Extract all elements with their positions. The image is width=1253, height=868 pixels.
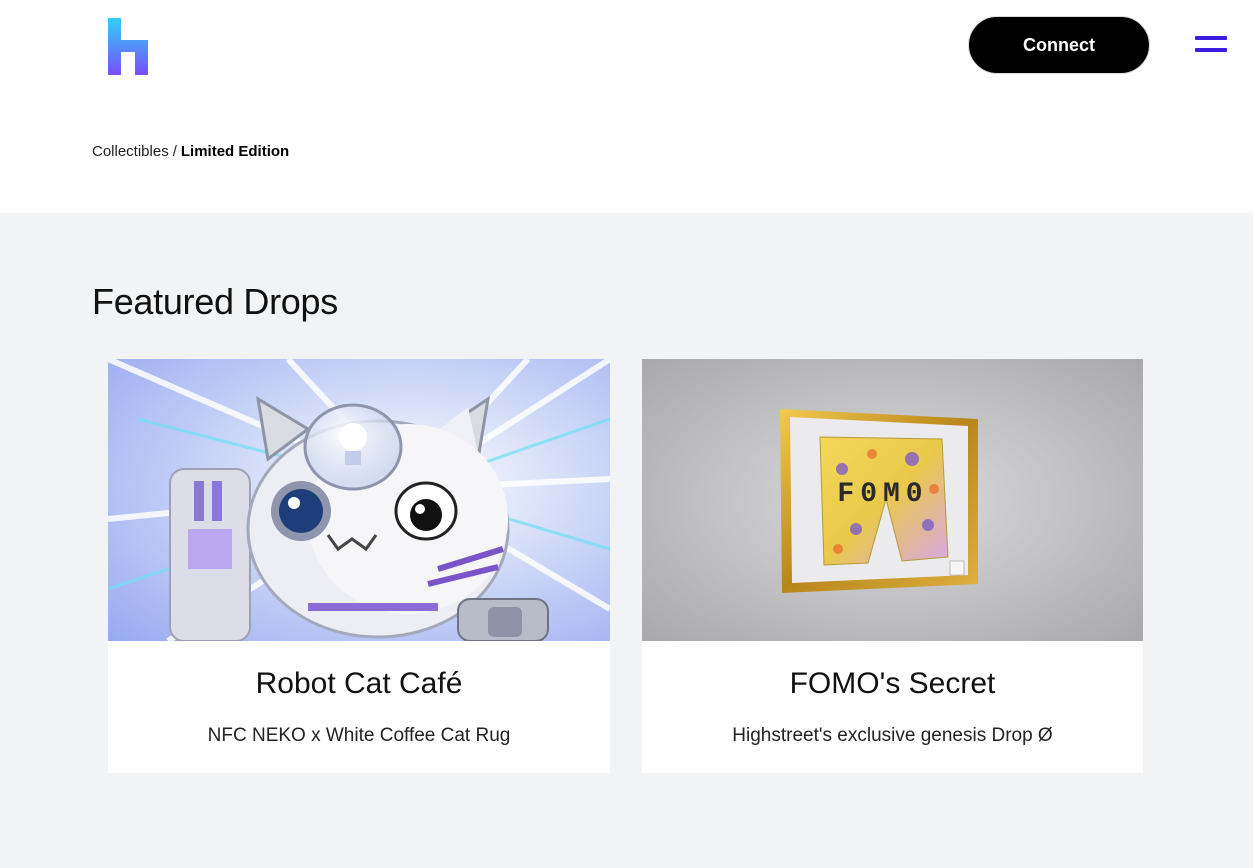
drop-card-title: Robot Cat Café	[255, 667, 463, 700]
shorts-print-text: F0M0	[837, 479, 928, 510]
connect-button[interactable]: Connect	[968, 16, 1150, 74]
robot-cat-image	[108, 359, 610, 641]
breadcrumb-separator: /	[172, 143, 177, 160]
highstreet-logo-icon[interactable]	[108, 18, 148, 75]
breadcrumb-current: Limited Edition	[180, 143, 290, 160]
drop-card-image[interactable]	[108, 359, 610, 641]
framed-shorts-image: F0M0	[642, 359, 1143, 641]
hamburger-menu-icon[interactable]	[1195, 36, 1227, 54]
drop-card-fomos-secret[interactable]: F0M0 FOMO's Secret Highstreet's exclusiv…	[642, 359, 1143, 773]
drop-card-image[interactable]: F0M0	[642, 359, 1143, 641]
drop-card-subtitle: NFC NEKO x White Coffee Cat Rug	[207, 725, 511, 746]
drop-card-robot-cat-cafe[interactable]: Robot Cat Café NFC NEKO x White Coffee C…	[108, 359, 610, 773]
section-title: Featured Drops	[92, 281, 338, 322]
drop-card-subtitle: Highstreet's exclusive genesis Drop Ø	[732, 725, 1053, 746]
site-header: Connect Collectibles / Limited Edition	[0, 0, 1253, 213]
drop-card-title: FOMO's Secret	[789, 667, 996, 700]
breadcrumb: Collectibles / Limited Edition	[92, 143, 289, 160]
featured-drops-section: Featured Drops Robot Cat Café NFC NEKO x…	[0, 213, 1253, 868]
breadcrumb-collectibles[interactable]: Collectibles	[92, 143, 169, 160]
